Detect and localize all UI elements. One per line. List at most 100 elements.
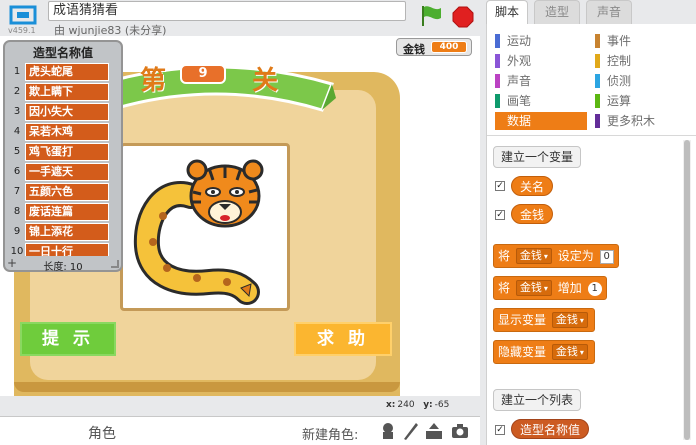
list-item-value[interactable]: 一日十行 [25,243,109,256]
make-variable-button[interactable]: 建立一个变量 [493,146,582,168]
block-categories: 运动 外观 声音 画笔 数据 事件 控制 侦测 运算 更多积木 [487,24,696,136]
list-item[interactable]: 5 鸡飞蛋打 [7,142,121,162]
stop-icon[interactable] [452,6,474,28]
green-flag-icon[interactable] [418,4,444,28]
block-text: 增加 [557,281,582,295]
variable-dropdown[interactable]: 金钱 [551,344,588,360]
block-text: 设定为 [557,249,594,263]
category-label: 外观 [507,54,532,68]
list-item-index: 2 [13,86,21,97]
category-motion[interactable]: 运动 [495,32,587,50]
stage[interactable]: 第 9 关 提 示 求 助 金钱 400 造型名称值 1 虎头蛇尾 2 欺上瞒下… [0,36,480,396]
palette-scrollbar[interactable] [684,140,690,440]
category-sound[interactable]: 声音 [495,72,587,90]
list-item[interactable]: 1 虎头蛇尾 [7,62,121,82]
list-item-value[interactable]: 因小失大 [25,103,109,121]
list-item-index: 4 [13,126,21,137]
money-variable-monitor[interactable]: 金钱 400 [396,38,472,56]
editor-tabs: 脚本 造型 声音 [486,0,696,24]
category-looks[interactable]: 外观 [495,52,587,70]
category-operators[interactable]: 运算 [595,92,687,110]
list-item-index: 1 [13,66,21,77]
category-label: 运算 [607,94,632,108]
list-item-value[interactable]: 呆若木鸡 [25,123,109,141]
hint-button[interactable]: 提 示 [20,322,116,356]
category-label: 更多积木 [607,114,656,128]
value-input[interactable]: 0 [599,250,614,264]
list-monitor-items[interactable]: 1 虎头蛇尾 2 欺上瞒下 3 因小失大 4 呆若木鸡 5 鸡飞蛋打 6 一手遮天 7 五颜六色 8 废话连篇… [7,62,121,256]
list-resize-handle[interactable] [111,260,119,268]
category-label: 声音 [507,74,532,88]
list-item-value[interactable]: 欺上瞒下 [25,83,109,101]
show-variable-block[interactable]: 显示变量 金钱 [493,308,595,332]
category-color-swatch [595,34,600,48]
category-color-swatch [495,54,500,68]
change-variable-block[interactable]: 将 金钱 增加 1 [493,276,607,300]
list-item-index: 8 [13,206,21,217]
list-item[interactable]: 8 废话连篇 [7,202,121,222]
level-char-left: 第 [140,66,167,96]
variable-level-name[interactable]: 关名 [511,176,554,196]
y-value: -65 [434,400,450,410]
list-length-label: 长度: 10 [43,262,83,273]
paint-sprite-icon[interactable] [400,421,420,441]
list-item[interactable]: 6 一手遮天 [7,162,121,182]
help-button[interactable]: 求 助 [294,322,392,356]
list-item-index: 3 [13,106,21,117]
upload-sprite-icon[interactable] [424,421,444,441]
make-list-button[interactable]: 建立一个列表 [493,389,582,411]
set-variable-block[interactable]: 将 金钱 设定为 0 [493,244,619,268]
list-item[interactable]: 4 呆若木鸡 [7,122,121,142]
variable-checkbox-money[interactable]: ✓ [495,210,505,220]
list-item[interactable]: 9 锦上添花 [7,222,121,242]
block-text: 将 [498,281,511,295]
variable-checkbox-level-name[interactable]: ✓ [495,181,505,191]
list-item[interactable]: 10 一日十行 [7,242,121,256]
game-board-base [14,382,400,392]
blocks-list: 建立一个变量 ✓ 关名 ✓ 金钱 将 金钱 设定为 0 将 金钱 增加 1 显示… [487,136,683,445]
money-monitor-value: 400 [431,41,467,53]
category-color-swatch [595,74,600,88]
list-costume-names[interactable]: 造型名称值 [511,419,590,439]
list-item[interactable]: 2 欺上瞒下 [7,82,121,102]
variable-dropdown[interactable]: 金钱 [515,248,552,264]
list-item[interactable]: 3 因小失大 [7,102,121,122]
variable-money[interactable]: 金钱 [511,204,554,224]
list-item[interactable]: 7 五颜六色 [7,182,121,202]
variable-dropdown[interactable]: 金钱 [515,280,552,296]
list-item-value[interactable]: 废话连篇 [25,203,109,221]
project-title-input[interactable]: 成语猜猜看 [48,1,406,21]
tab-costumes[interactable]: 造型 [534,0,580,24]
tab-sounds[interactable]: 声音 [586,0,632,24]
hide-variable-block[interactable]: 隐藏变量 金钱 [493,340,595,364]
block-text: 将 [498,249,511,263]
sprite-pane-label: 角色 [88,426,116,442]
category-sensing[interactable]: 侦测 [595,72,687,90]
list-item-value[interactable]: 鸡飞蛋打 [25,143,109,161]
list-item-value[interactable]: 五颜六色 [25,183,109,201]
category-color-swatch [595,54,600,68]
list-item-value[interactable]: 一手遮天 [25,163,109,181]
camera-sprite-icon[interactable] [450,421,470,441]
list-item-value[interactable]: 锦上添花 [25,223,109,241]
variable-dropdown[interactable]: 金钱 [551,312,588,328]
level-number: 9 [180,64,226,84]
category-data[interactable]: 数据 [495,112,587,130]
category-color-swatch [495,94,500,108]
category-events[interactable]: 事件 [595,32,687,50]
scratch-editor: v459.1 成语猜猜看 由 wjunjie83 (未分享) 第 9 关 提 示… [0,0,696,445]
value-input[interactable]: 1 [587,282,602,296]
category-color-swatch [595,94,600,108]
list-item-value[interactable]: 虎头蛇尾 [25,63,109,81]
costume-names-list-monitor[interactable]: 造型名称值 1 虎头蛇尾 2 欺上瞒下 3 因小失大 4 呆若木鸡 5 鸡飞蛋打 6 一手遮天 7 五颜六… [3,40,123,273]
list-checkbox-costume-names[interactable]: ✓ [495,425,505,435]
category-control[interactable]: 控制 [595,52,687,70]
category-label: 侦测 [607,74,632,88]
category-pen[interactable]: 画笔 [495,92,587,110]
block-text: 隐藏变量 [498,345,547,359]
category-more-blocks[interactable]: 更多积木 [595,112,687,130]
x-value: 240 [397,400,415,410]
choose-sprite-icon[interactable] [378,421,398,441]
y-label: y: [423,400,433,410]
tab-scripts[interactable]: 脚本 [486,0,528,24]
